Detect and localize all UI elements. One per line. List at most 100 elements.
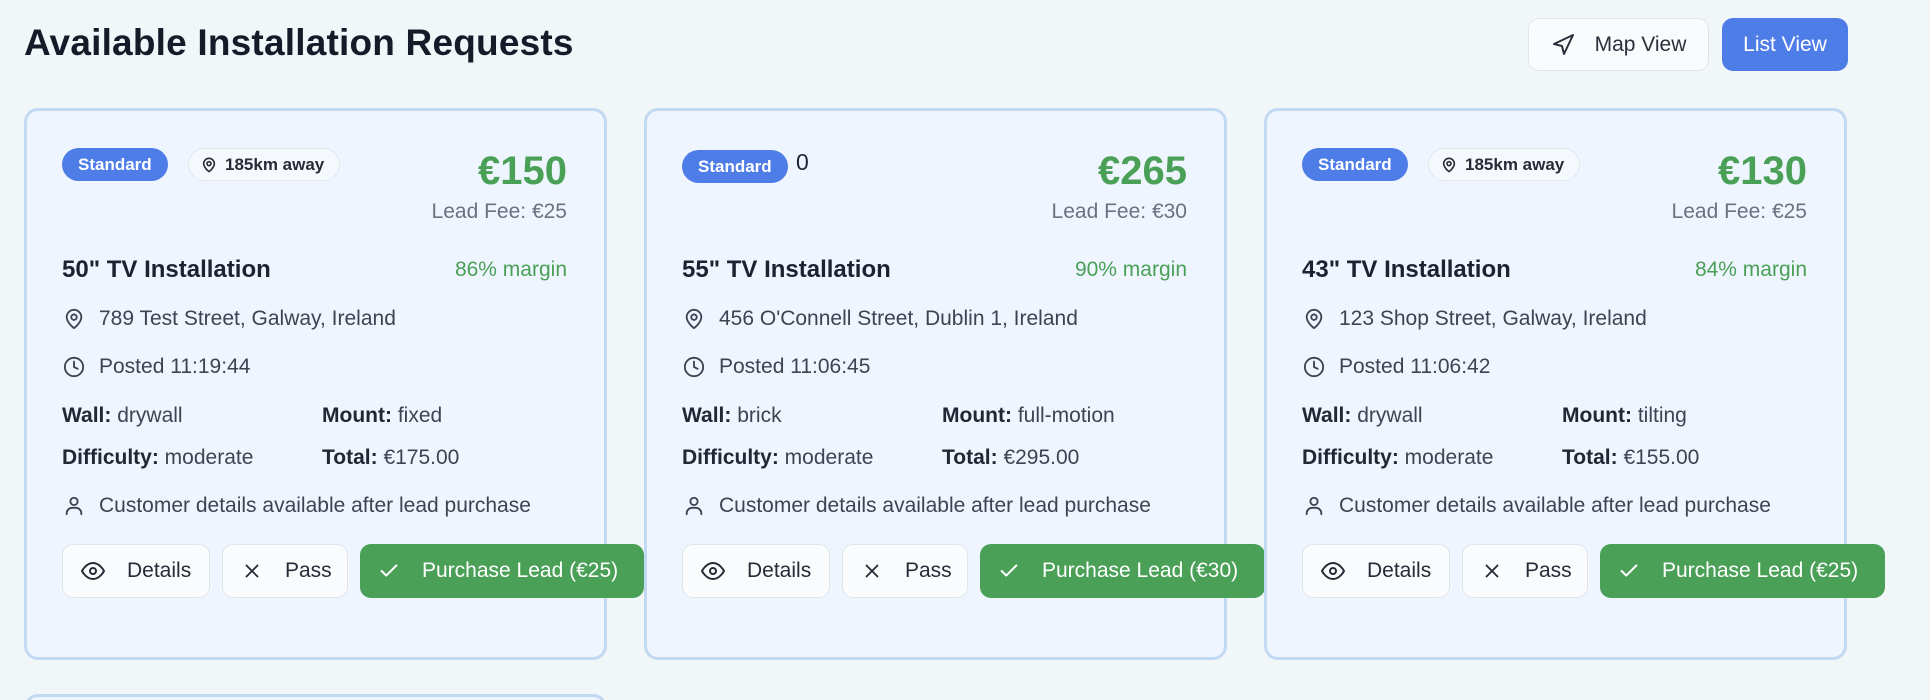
pass-label: Pass	[905, 559, 952, 582]
total-spec: Total: €175.00	[322, 446, 460, 469]
user-icon	[1302, 495, 1325, 518]
difficulty-spec: Difficulty: moderate	[1302, 446, 1494, 469]
navigation-arrow-icon	[1551, 33, 1575, 57]
posted-row: Posted 11:06:45	[682, 355, 870, 379]
list-view-label: List View	[1743, 32, 1827, 56]
card-title: 50" TV Installation	[62, 256, 271, 283]
purchase-lead-button[interactable]: Purchase Lead (€30)	[980, 544, 1265, 598]
mount-spec: Mount: tilting	[1562, 404, 1687, 427]
difficulty-spec: Difficulty: moderate	[682, 446, 874, 469]
posted-row: Posted 11:19:44	[62, 355, 250, 379]
request-card: Standard 0 €265 Lead Fee: €30 55" TV Ins…	[644, 108, 1265, 660]
details-button[interactable]: Details	[1302, 544, 1450, 598]
type-badge: Standard	[1302, 148, 1408, 181]
distance-label: 0	[796, 149, 809, 175]
purchase-lead-button[interactable]: Purchase Lead (€25)	[1600, 544, 1885, 598]
pass-button[interactable]: Pass	[1462, 544, 1588, 598]
purchase-label: Purchase Lead (€25)	[422, 559, 619, 582]
mount-spec: Mount: fixed	[322, 404, 443, 427]
close-icon	[1481, 560, 1503, 582]
pass-label: Pass	[1525, 559, 1572, 582]
wall-spec: Wall: brick	[682, 404, 782, 427]
eye-icon	[1321, 559, 1345, 583]
map-pin-icon	[62, 308, 85, 331]
customer-note: Customer details available after lead pu…	[1339, 494, 1771, 517]
check-icon	[1618, 560, 1640, 582]
card-actions: Details Pass Purchase Lead (€30)	[682, 544, 1265, 598]
wall-spec: Wall: drywall	[62, 404, 183, 427]
eye-icon	[701, 559, 725, 583]
margin-label: 84% margin	[1694, 258, 1807, 281]
card-title: 43" TV Installation	[1302, 256, 1511, 283]
view-toggle: Map View List View	[1528, 18, 1848, 71]
request-card-partial	[24, 694, 607, 700]
close-icon	[241, 560, 263, 582]
eye-icon	[81, 559, 105, 583]
request-card: Standard 185km away €130 Lead Fee: €25 4…	[1264, 108, 1885, 660]
list-view-button[interactable]: List View	[1722, 18, 1848, 71]
clock-icon	[682, 356, 705, 379]
mount-spec: Mount: full-motion	[942, 404, 1115, 427]
customer-note: Customer details available after lead pu…	[99, 494, 531, 517]
details-label: Details	[127, 559, 192, 582]
address-row: 789 Test Street, Galway, Ireland	[62, 307, 396, 331]
type-badge: Standard	[682, 150, 788, 183]
distance-chip: 185km away	[188, 148, 341, 181]
difficulty-spec: Difficulty: moderate	[62, 446, 254, 469]
customer-note: Customer details available after lead pu…	[719, 494, 1151, 517]
posted-text: Posted 11:19:44	[99, 355, 251, 378]
user-icon	[682, 495, 705, 518]
close-icon	[861, 560, 883, 582]
posted-row: Posted 11:06:42	[1302, 355, 1490, 379]
map-pin-icon	[682, 308, 705, 331]
address-row: 123 Shop Street, Galway, Ireland	[1302, 307, 1647, 331]
map-pin-icon	[1441, 157, 1457, 173]
margin-label: 90% margin	[1074, 258, 1187, 281]
pass-button[interactable]: Pass	[222, 544, 348, 598]
posted-text: Posted 11:06:45	[719, 355, 871, 378]
total-spec: Total: €295.00	[942, 446, 1080, 469]
customer-note-row: Customer details available after lead pu…	[682, 494, 1151, 518]
type-badge: Standard	[62, 148, 168, 181]
address-text: 123 Shop Street, Galway, Ireland	[1339, 307, 1647, 330]
price: €130	[1718, 149, 1807, 193]
details-button[interactable]: Details	[62, 544, 210, 598]
wall-spec: Wall: drywall	[1302, 404, 1423, 427]
purchase-label: Purchase Lead (€30)	[1042, 559, 1239, 582]
clock-icon	[1302, 356, 1325, 379]
posted-text: Posted 11:06:42	[1339, 355, 1491, 378]
address-text: 456 O'Connell Street, Dublin 1, Ireland	[719, 307, 1078, 330]
price: €150	[478, 149, 567, 193]
check-icon	[378, 560, 400, 582]
details-label: Details	[747, 559, 812, 582]
lead-fee: Lead Fee: €25	[431, 200, 567, 223]
pass-label: Pass	[285, 559, 332, 582]
lead-fee: Lead Fee: €25	[1671, 200, 1807, 223]
map-view-label: Map View	[1594, 32, 1687, 56]
price: €265	[1098, 149, 1187, 193]
address-row: 456 O'Connell Street, Dublin 1, Ireland	[682, 307, 1078, 331]
purchase-lead-button[interactable]: Purchase Lead (€25)	[360, 544, 644, 598]
purchase-label: Purchase Lead (€25)	[1662, 559, 1859, 582]
pass-button[interactable]: Pass	[842, 544, 968, 598]
card-title: 55" TV Installation	[682, 256, 891, 283]
map-pin-icon	[201, 157, 217, 173]
map-pin-icon	[1302, 308, 1325, 331]
customer-note-row: Customer details available after lead pu…	[1302, 494, 1771, 518]
clock-icon	[62, 356, 85, 379]
page-title: Available Installation Requests	[24, 22, 574, 63]
card-actions: Details Pass Purchase Lead (€25)	[62, 544, 644, 598]
request-card: Standard 185km away €150 Lead Fee: €25 5…	[24, 108, 644, 660]
lead-fee: Lead Fee: €30	[1051, 200, 1187, 223]
card-actions: Details Pass Purchase Lead (€25)	[1302, 544, 1885, 598]
distance-label: 185km away	[1465, 154, 1565, 174]
check-icon	[998, 560, 1020, 582]
details-label: Details	[1367, 559, 1432, 582]
distance-label: 185km away	[225, 154, 325, 174]
details-button[interactable]: Details	[682, 544, 830, 598]
user-icon	[62, 495, 85, 518]
margin-label: 86% margin	[454, 258, 567, 281]
distance-chip: 185km away	[1428, 148, 1581, 181]
map-view-button[interactable]: Map View	[1528, 18, 1709, 71]
customer-note-row: Customer details available after lead pu…	[62, 494, 531, 518]
